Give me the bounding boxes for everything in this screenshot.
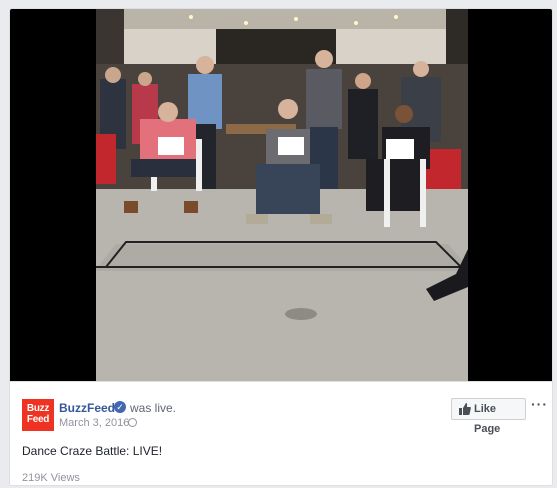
globe-icon — [128, 418, 137, 427]
live-status-text: was live. — [130, 401, 177, 415]
page-name-link[interactable]: BuzzFeed — [59, 401, 115, 415]
date-separator: · — [122, 417, 126, 429]
video-player[interactable] — [10, 9, 552, 381]
more-options-icon[interactable]: ··· — [531, 396, 548, 412]
post-date-link[interactable]: March 3, 2016 — [59, 417, 129, 429]
like-page-label: Like Page — [474, 403, 501, 435]
like-page-button[interactable]: Like Page — [451, 398, 526, 435]
view-count: 219K Views — [22, 472, 80, 484]
video-scene-image — [96, 9, 468, 381]
video-frame[interactable] — [96, 9, 468, 381]
post-footer: Buzz Feed BuzzFeed ✓ was live. March 3, … — [10, 381, 552, 485]
post-caption: Dance Craze Battle: LIVE! — [22, 444, 163, 458]
thumbs-up-icon — [459, 403, 471, 415]
video-post-card: Buzz Feed BuzzFeed ✓ was live. March 3, … — [9, 8, 553, 486]
logo-line-1: Buzz — [26, 403, 50, 414]
logo-line-2: Feed — [26, 414, 50, 425]
verified-icon: ✓ — [114, 401, 126, 413]
buzzfeed-logo[interactable]: Buzz Feed — [22, 399, 54, 431]
